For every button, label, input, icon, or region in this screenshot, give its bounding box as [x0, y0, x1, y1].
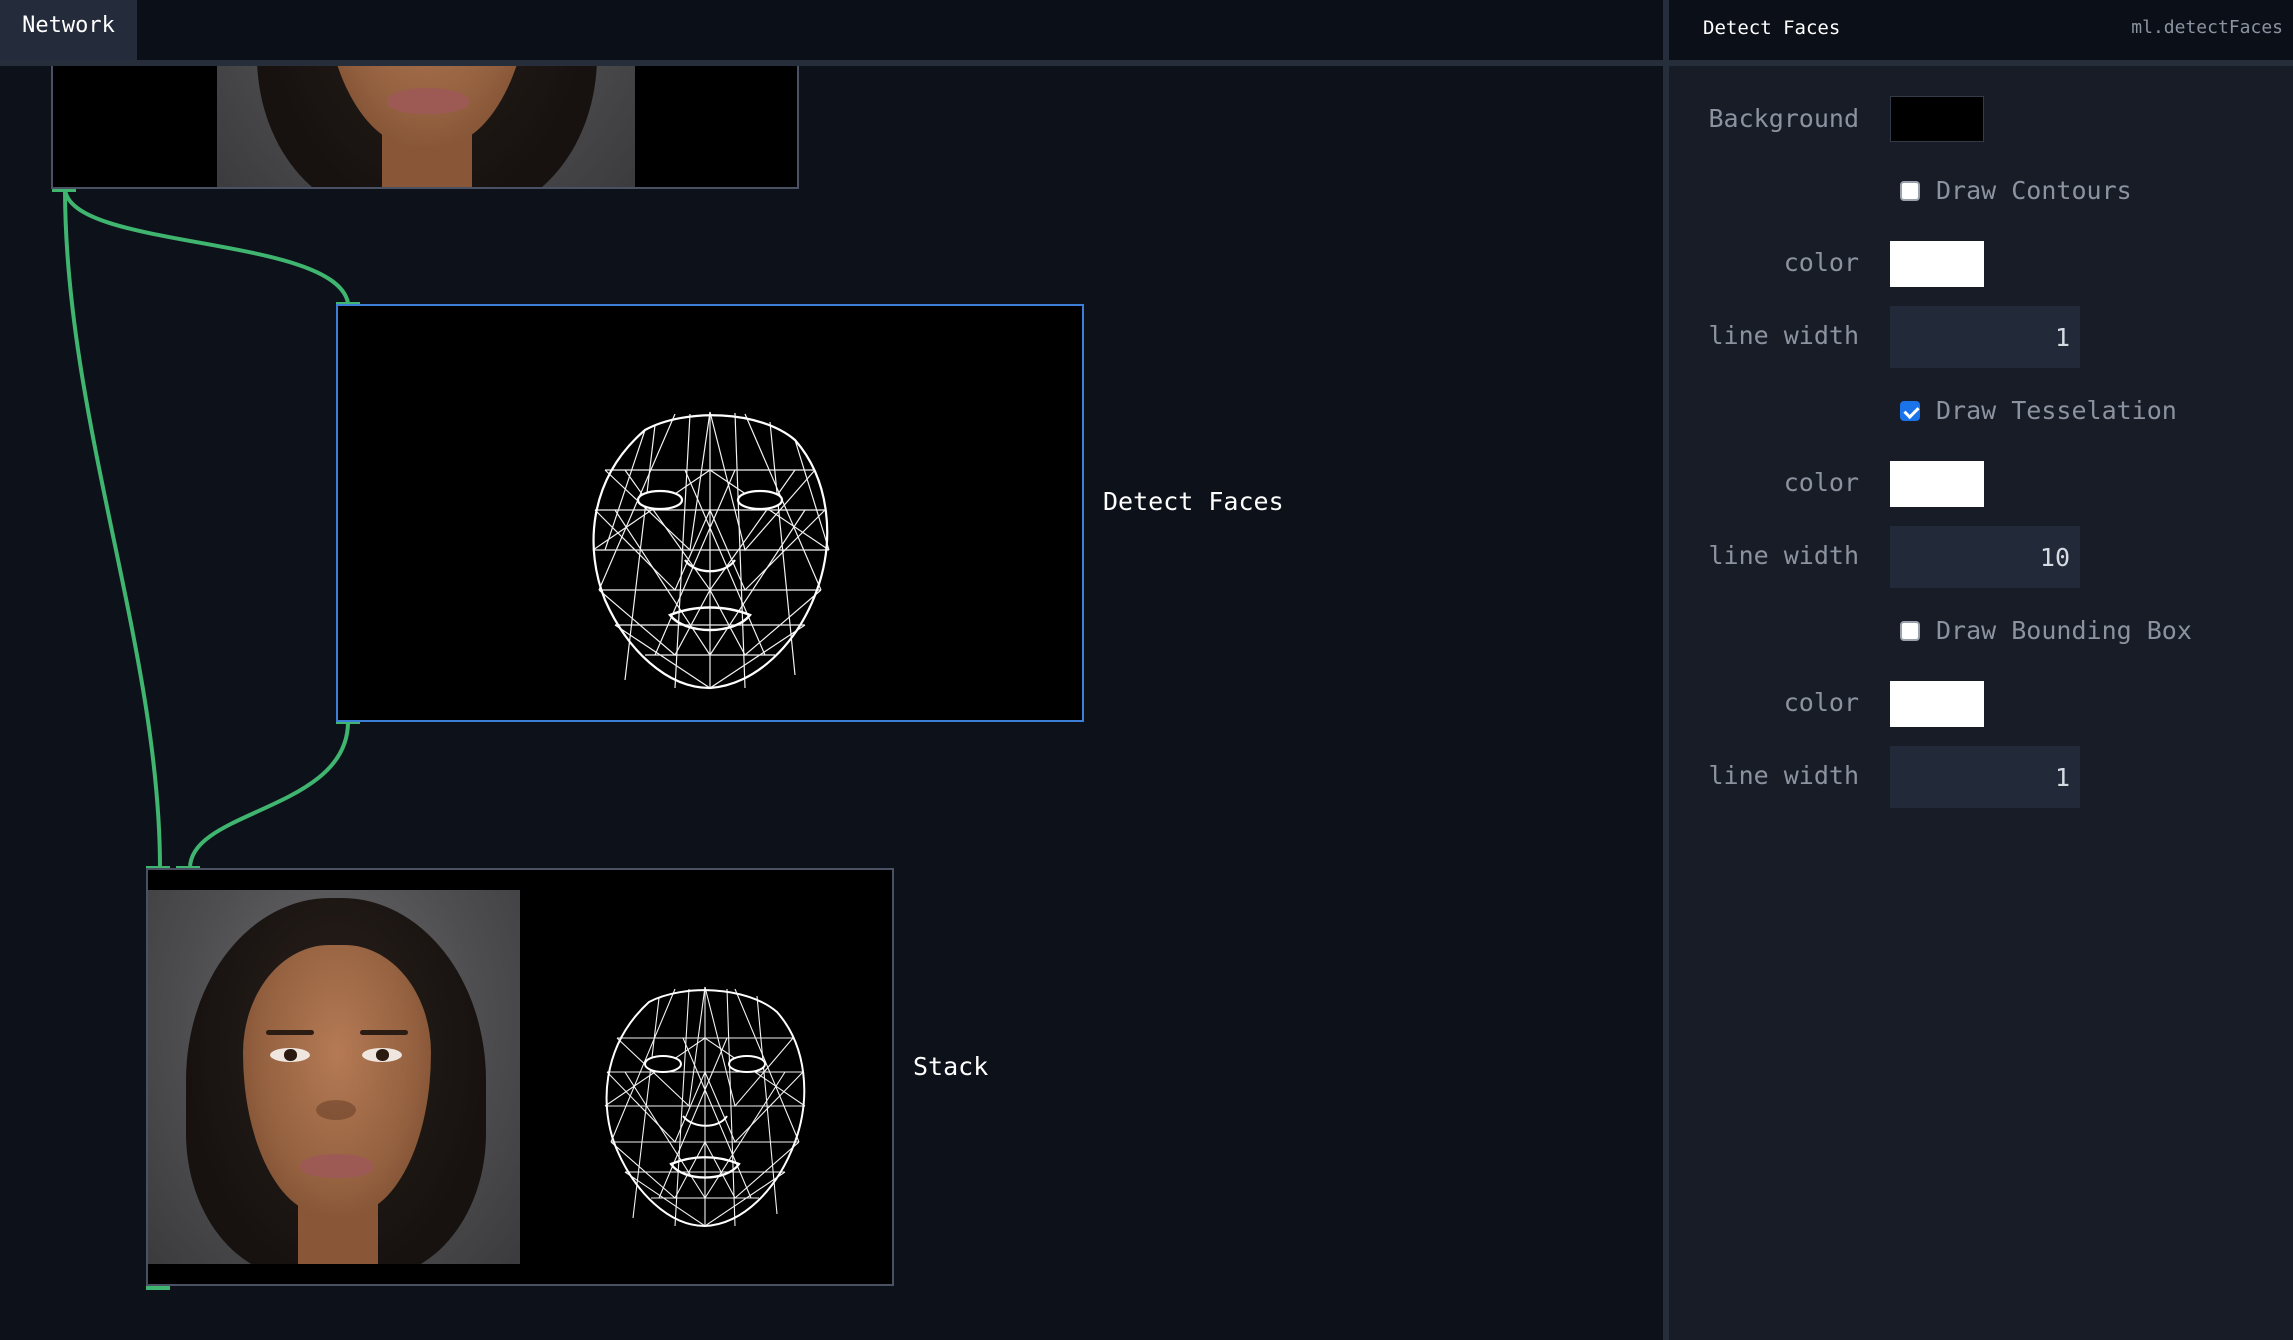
draw-contours-toggle[interactable]: Draw Contours	[1900, 176, 2132, 205]
tab-network[interactable]: Network	[0, 0, 137, 60]
face-mesh-output	[604, 986, 806, 1228]
face-mesh-preview	[592, 411, 830, 690]
lips	[387, 88, 469, 114]
contours-line-width-input[interactable]	[1890, 306, 2080, 368]
nose	[316, 1100, 356, 1120]
contours-color-label: color	[1783, 248, 1859, 277]
bounding-box-color-swatch[interactable]	[1890, 681, 1984, 727]
left-eye	[270, 1048, 310, 1062]
node-label-detect-faces[interactable]: Detect Faces	[1103, 487, 1284, 516]
tesselation-color-label: color	[1783, 468, 1859, 497]
tesselation-color-swatch[interactable]	[1890, 461, 1984, 507]
background-color-swatch[interactable]	[1890, 96, 1984, 142]
inspector-title: Detect Faces	[1703, 17, 1841, 39]
network-pane[interactable]: Network Detect Faces Stack	[0, 0, 1663, 1340]
contours-line-width-label: line width	[1708, 321, 1859, 350]
right-brow	[360, 1030, 408, 1035]
wire-detect-to-stack	[188, 721, 350, 869]
inspector-header: Detect Faces ml.detectFaces	[1669, 0, 2293, 66]
inspector-panel: Detect Faces ml.detectFaces Background D…	[1663, 0, 2293, 1340]
bounding-box-line-width-label: line width	[1708, 761, 1859, 790]
input-photo	[217, 66, 635, 187]
draw-bounding-box-label: Draw Bounding Box	[1936, 616, 2192, 645]
bounding-box-color-label: color	[1783, 688, 1859, 717]
draw-bounding-box-checkbox[interactable]	[1900, 620, 1920, 641]
contours-color-swatch[interactable]	[1890, 241, 1984, 287]
left-brow	[266, 1030, 314, 1035]
node-label-stack[interactable]: Stack	[913, 1052, 988, 1081]
lips	[300, 1154, 374, 1178]
node-input-image[interactable]	[51, 66, 799, 189]
stack-photo	[148, 890, 520, 1264]
draw-contours-checkbox[interactable]	[1900, 180, 1920, 201]
wire-input-to-detect	[63, 188, 350, 304]
wire-input-to-stack	[63, 188, 162, 869]
draw-tesselation-checkbox[interactable]	[1900, 400, 1920, 421]
draw-tesselation-label: Draw Tesselation	[1936, 396, 2177, 425]
network-header: Network	[0, 0, 1663, 66]
draw-contours-label: Draw Contours	[1936, 176, 2132, 205]
node-stack[interactable]	[146, 868, 894, 1286]
tesselation-line-width-label: line width	[1708, 541, 1859, 570]
node-detect-faces[interactable]	[336, 304, 1084, 722]
bounding-box-line-width-input[interactable]	[1890, 746, 2080, 808]
draw-tesselation-toggle[interactable]: Draw Tesselation	[1900, 396, 2177, 425]
draw-bounding-box-toggle[interactable]: Draw Bounding Box	[1900, 616, 2192, 645]
right-eye	[362, 1048, 402, 1062]
background-label: Background	[1708, 104, 1859, 133]
tesselation-line-width-input[interactable]	[1890, 526, 2080, 588]
inspector-node-type: ml.detectFaces	[2131, 17, 2283, 38]
